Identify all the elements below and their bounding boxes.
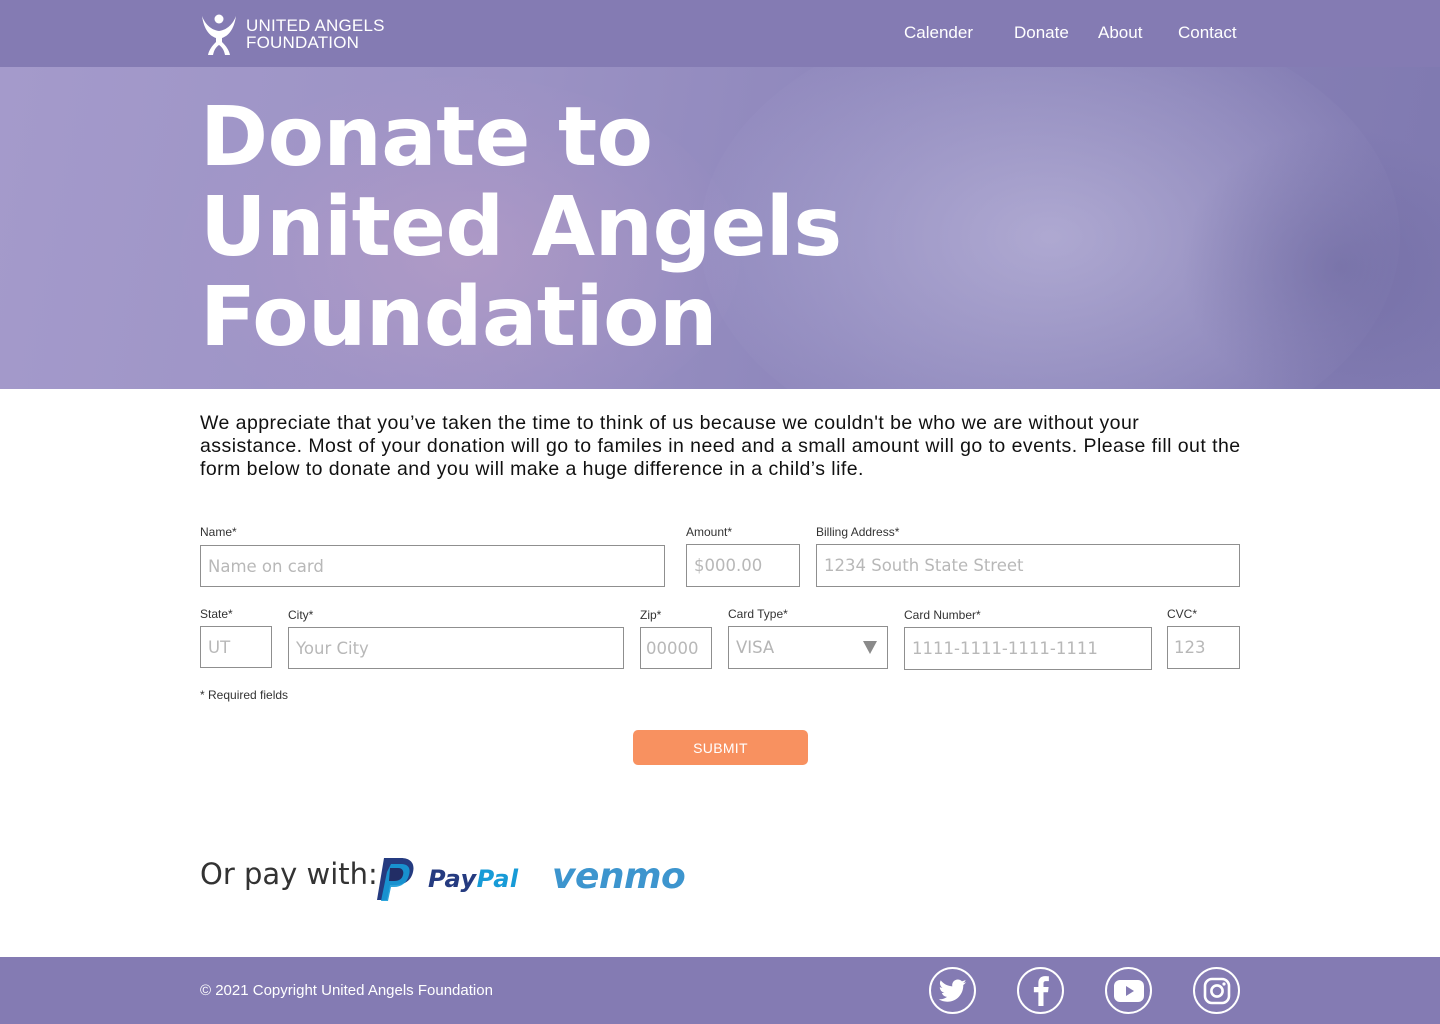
hero-banner: Donate to United Angels Foundation xyxy=(0,67,1440,389)
paypal-button[interactable]: PayPal xyxy=(374,856,519,902)
city-label: City* xyxy=(288,608,314,622)
instagram-icon xyxy=(1203,977,1230,1004)
billing-field-box xyxy=(816,544,1240,587)
name-label: Name* xyxy=(200,525,237,539)
facebook-link[interactable] xyxy=(1017,967,1064,1014)
billing-address-input[interactable] xyxy=(824,556,1239,575)
logo[interactable]: UNITED ANGELS FOUNDATION xyxy=(200,12,385,56)
title-line-3: Foundation xyxy=(200,270,717,365)
paypal-wordmark: PayPal xyxy=(428,865,519,893)
submit-button[interactable]: SUBMIT xyxy=(633,730,808,765)
venmo-button[interactable]: venmo xyxy=(552,856,686,897)
card-number-field-box xyxy=(904,627,1152,670)
state-label: State* xyxy=(200,607,233,621)
cvc-label: CVC* xyxy=(1167,607,1198,621)
dropdown-arrow-icon xyxy=(863,641,877,654)
copyright-text: © 2021 Copyright United Angels Foundatio… xyxy=(200,982,493,999)
angel-logo-icon xyxy=(202,14,236,55)
twitter-icon xyxy=(938,978,966,1002)
amount-field-box xyxy=(686,544,800,587)
city-field-box xyxy=(288,627,624,669)
card-number-input[interactable] xyxy=(912,639,1151,658)
name-input[interactable] xyxy=(208,556,664,576)
twitter-link[interactable] xyxy=(929,967,976,1014)
paypal-p-icon xyxy=(377,858,414,901)
state-field-box xyxy=(200,626,272,668)
nav-about[interactable]: About xyxy=(1098,23,1142,43)
card-type-label: Card Type* xyxy=(728,607,788,621)
nav-calender[interactable]: Calender xyxy=(904,23,973,43)
youtube-icon xyxy=(1113,979,1144,1002)
footer: © 2021 Copyright United Angels Foundatio… xyxy=(0,957,1440,1024)
logo-line-1: UNITED ANGELS xyxy=(246,16,385,35)
title-line-1: Donate to xyxy=(200,90,653,185)
card-type-select[interactable]: VISA xyxy=(728,626,888,669)
required-fields-note: * Required fields xyxy=(200,688,289,702)
paypal-pal-text: Pal xyxy=(476,865,519,893)
page-title: Donate to United Angels Foundation xyxy=(200,93,900,363)
amount-label: Amount* xyxy=(686,525,733,539)
logo-text: UNITED ANGELS FOUNDATION xyxy=(246,17,385,51)
nav-contact[interactable]: Contact xyxy=(1178,23,1237,43)
alt-pay-label: Or pay with: xyxy=(200,857,378,891)
intro-paragraph: We appreciate that you’ve taken the time… xyxy=(200,412,1241,480)
card-type-value: VISA xyxy=(736,638,775,657)
top-navigation-bar: UNITED ANGELS FOUNDATION Calender Donate… xyxy=(0,0,1440,67)
state-input[interactable] xyxy=(208,637,271,657)
instagram-link[interactable] xyxy=(1193,967,1240,1014)
nav-donate[interactable]: Donate xyxy=(1014,23,1069,43)
paypal-pay-text: Pay xyxy=(428,865,477,893)
zip-field-box xyxy=(640,627,712,669)
billing-address-label: Billing Address* xyxy=(816,525,900,539)
zip-input[interactable] xyxy=(646,638,711,658)
cvc-input[interactable] xyxy=(1174,638,1239,657)
zip-label: Zip* xyxy=(640,608,662,622)
name-field-box xyxy=(200,545,665,587)
cvc-field-box xyxy=(1167,626,1240,669)
youtube-link[interactable] xyxy=(1105,967,1152,1014)
logo-line-2: FOUNDATION xyxy=(246,33,360,52)
card-number-label: Card Number* xyxy=(904,608,981,622)
amount-input[interactable] xyxy=(694,556,799,575)
title-line-2: United Angels xyxy=(200,180,842,275)
city-input[interactable] xyxy=(296,638,623,658)
facebook-icon xyxy=(1033,975,1049,1006)
